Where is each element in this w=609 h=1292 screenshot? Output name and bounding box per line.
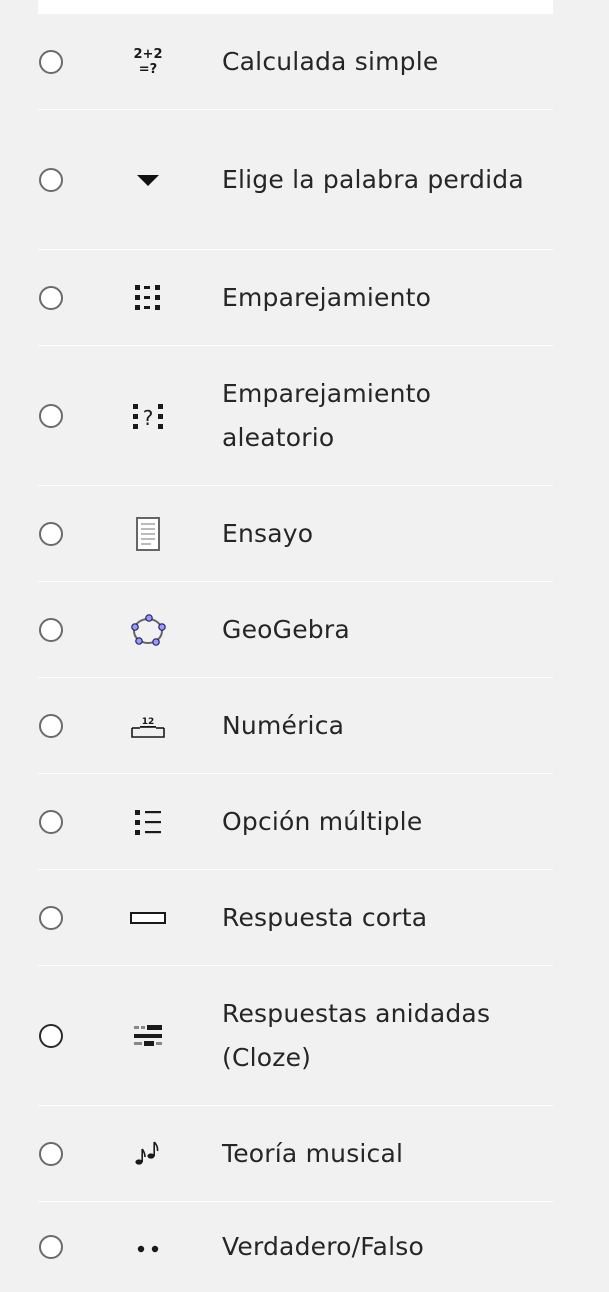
music-notes-icon — [128, 1134, 168, 1174]
question-type-label: Respuestas anidadas (Cloze) — [222, 998, 491, 1072]
question-type-option-missing-word[interactable]: Elige la palabra perdida — [38, 110, 553, 250]
question-type-option-essay[interactable]: Ensayo — [38, 486, 553, 582]
essay-icon — [128, 514, 168, 554]
multiple-choice-icon — [128, 802, 168, 842]
radio-button[interactable] — [39, 1141, 63, 1166]
radio-button[interactable] — [39, 49, 63, 74]
short-answer-icon — [128, 898, 168, 938]
question-type-option-geogebra[interactable]: GeoGebra — [38, 582, 553, 678]
question-type-option-random-matching[interactable]: ? Emparejamiento aleatorio — [38, 346, 553, 486]
question-type-label: Numérica — [222, 710, 345, 740]
radio-button[interactable] — [39, 1235, 63, 1259]
cloze-icon — [128, 1016, 168, 1056]
question-type-label: Opción múltiple — [222, 806, 423, 836]
radio-button[interactable] — [39, 1023, 63, 1048]
question-type-label: Emparejamiento — [222, 282, 432, 312]
question-type-option-multiple-choice[interactable]: Opción múltiple — [38, 774, 553, 870]
random-question-glyph: ? — [143, 406, 154, 430]
question-type-option-music-theory[interactable]: Teoría musical — [38, 1106, 553, 1202]
question-type-option-short-answer[interactable]: Respuesta corta — [38, 870, 553, 966]
question-type-label: Teoría musical — [222, 1138, 404, 1168]
question-type-label: Verdadero/Falso — [222, 1232, 424, 1261]
question-type-label: GeoGebra — [222, 614, 350, 644]
list-top-edge — [38, 0, 553, 14]
question-type-label: Calculada simple — [222, 46, 439, 76]
radio-button[interactable] — [39, 713, 63, 738]
question-type-label: Ensayo — [222, 518, 314, 548]
radio-button[interactable] — [39, 905, 63, 930]
random-matching-icon: ? — [128, 396, 168, 436]
question-type-option-calculated-simple[interactable]: 2+2 =? Calculada simple — [38, 14, 553, 110]
question-type-option-cloze[interactable]: Respuestas anidadas (Cloze) — [38, 966, 553, 1106]
question-type-label: Elige la palabra perdida — [222, 164, 524, 194]
radio-button[interactable] — [39, 285, 63, 310]
radio-button[interactable] — [39, 521, 63, 546]
calculated-simple-icon: 2+2 =? — [128, 42, 168, 82]
calc-bottom-glyph: =? — [139, 62, 157, 77]
true-false-icon — [128, 1227, 168, 1267]
question-type-label: Respuesta corta — [222, 902, 428, 932]
radio-button[interactable] — [39, 167, 63, 192]
radio-button[interactable] — [39, 809, 63, 834]
matching-icon — [128, 278, 168, 318]
dropdown-triangle-icon — [128, 160, 168, 200]
question-type-list: 2+2 =? Calculada simple Elige la palabra… — [38, 14, 553, 1292]
question-type-option-true-false[interactable]: Verdadero/Falso — [38, 1202, 553, 1292]
numerical-icon: 12 — [128, 706, 168, 746]
geogebra-icon — [128, 610, 168, 650]
question-type-label: Emparejamiento aleatorio — [222, 378, 432, 452]
question-type-option-matching[interactable]: Emparejamiento — [38, 250, 553, 346]
radio-button[interactable] — [39, 403, 63, 428]
calc-top-glyph: 2+2 — [134, 47, 163, 62]
question-type-option-numerical[interactable]: 12 Numérica — [38, 678, 553, 774]
radio-button[interactable] — [39, 617, 63, 642]
numeric-value-glyph: 12 — [142, 717, 155, 727]
